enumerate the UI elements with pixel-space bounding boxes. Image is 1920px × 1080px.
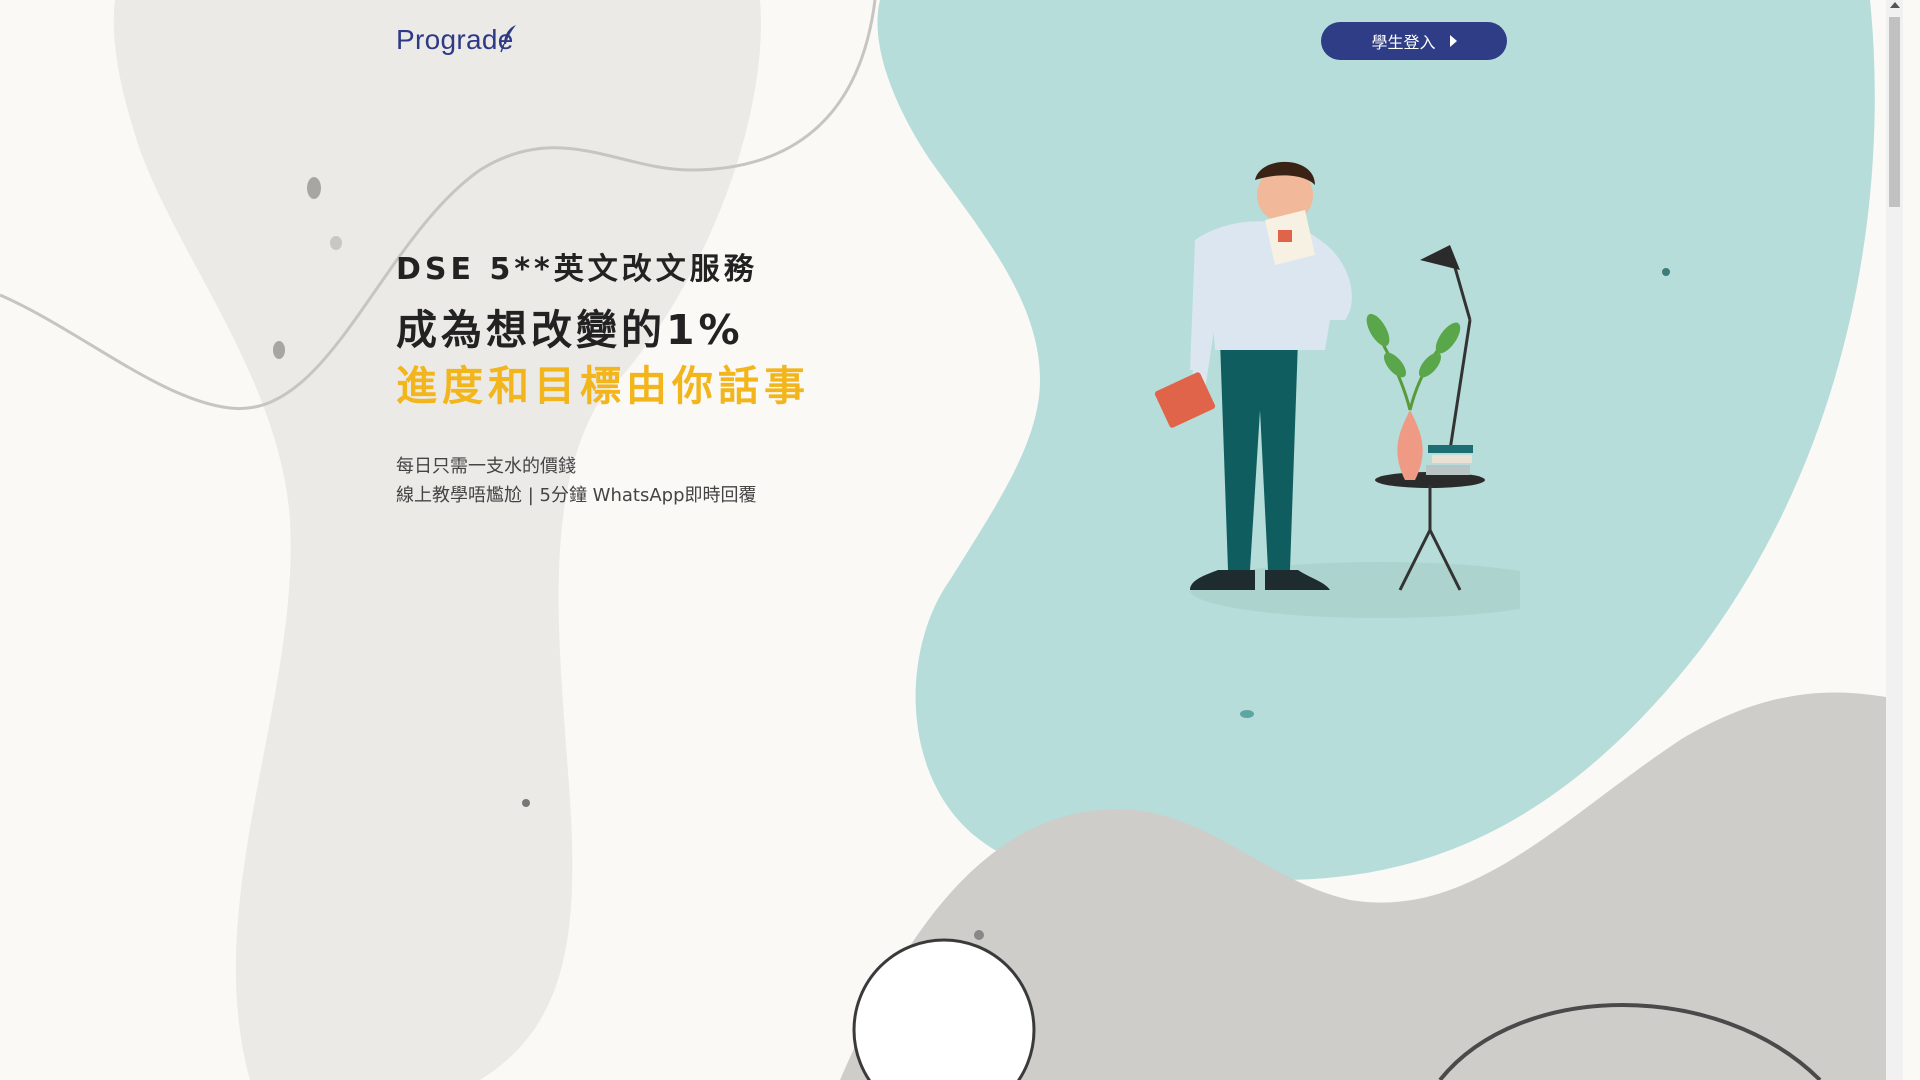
vertical-scrollbar[interactable] — [1886, 0, 1903, 1080]
student-reading-illustration — [1154, 161, 1520, 618]
student-login-button[interactable]: 學生登入 — [1321, 22, 1507, 60]
scroll-thumb[interactable] — [1889, 17, 1900, 207]
hero-title: 成為想改變的1% — [396, 306, 744, 354]
hero-subtitle: DSE 5**英文改文服務 — [396, 252, 758, 287]
logo-text[interactable]: Prograde — [396, 24, 514, 56]
hero-description-line2: 線上教學唔尷尬 | 5分鐘 WhatsApp即時回覆 — [396, 485, 757, 506]
caret-right-icon — [1449, 35, 1457, 47]
feather-icon — [500, 25, 516, 53]
hero-title-highlight: 進度和目標由你話事 — [396, 362, 810, 410]
hero-description-line1: 每日只需一支水的價錢 — [396, 456, 576, 477]
login-button-label: 學生登入 — [1371, 33, 1436, 52]
scroll-up-icon[interactable] — [1890, 2, 1900, 8]
background-shapes — [0, 0, 1903, 1080]
hero-description: 每日只需一支水的價錢 線上教學唔尷尬 | 5分鐘 WhatsApp即時回覆 — [396, 452, 757, 510]
landing-page: Prograde 學生登入 DSE 5**英文改文服務 成為想改變的1% 進度和… — [0, 0, 1903, 1080]
